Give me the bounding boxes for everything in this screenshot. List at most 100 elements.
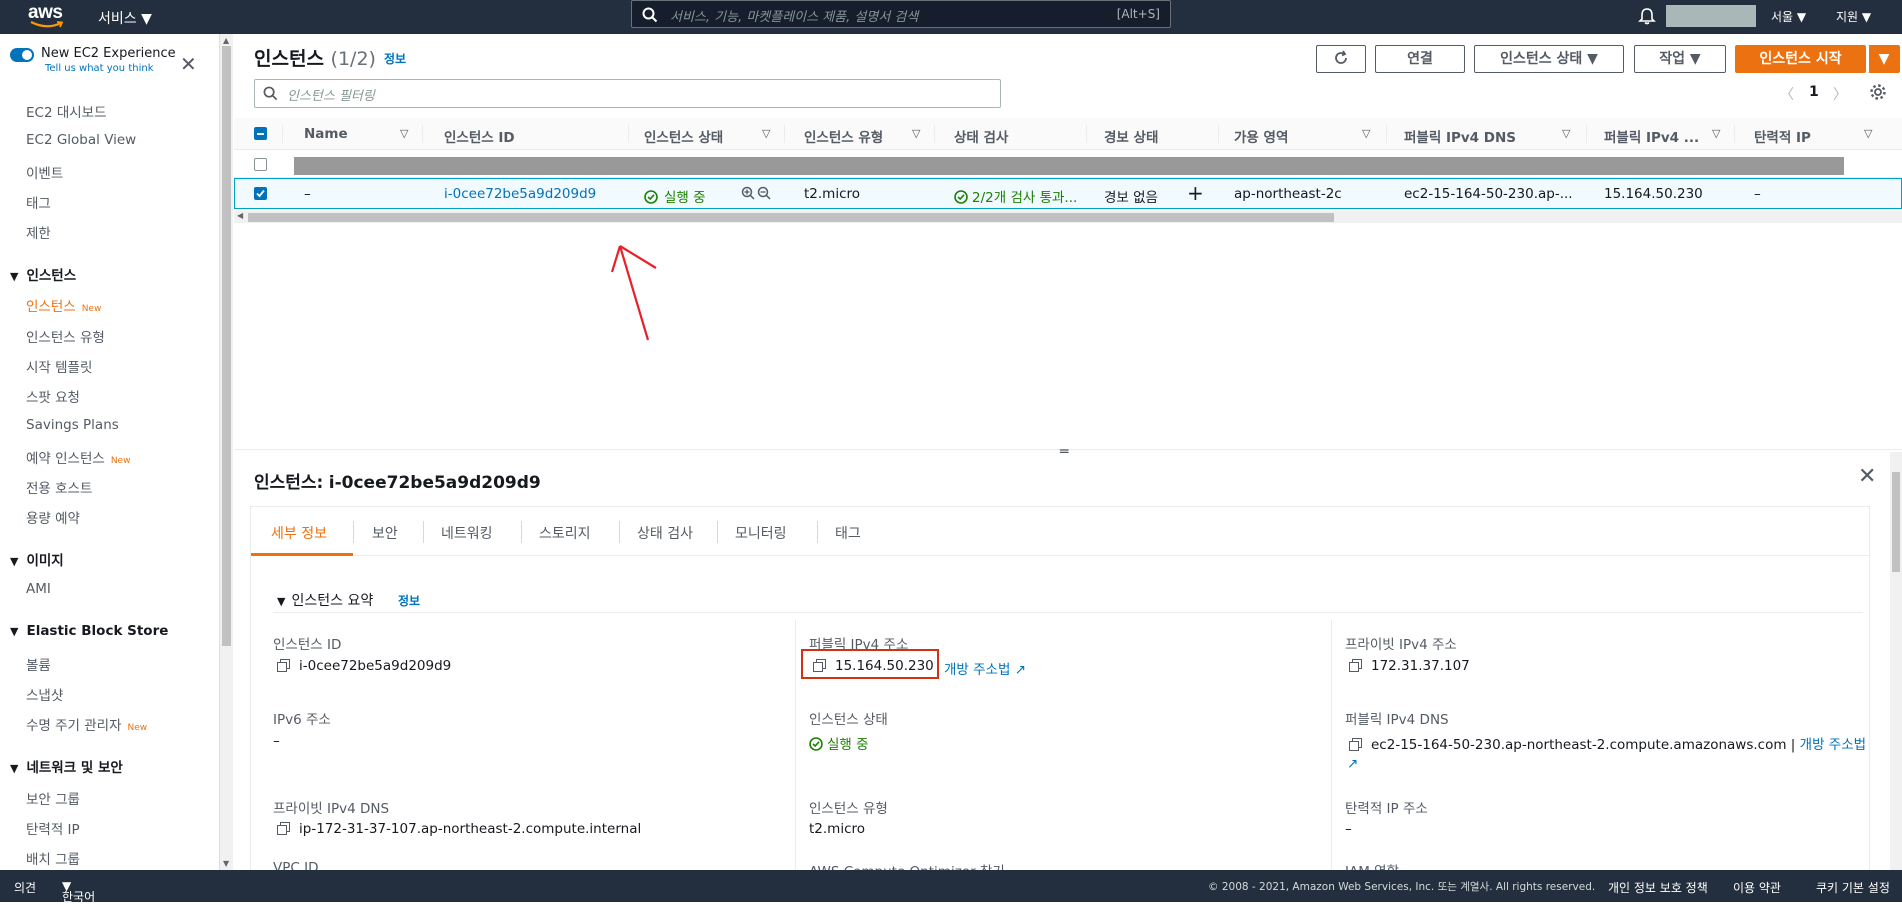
column-name[interactable]: Name (304, 126, 348, 142)
open-address-link[interactable]: 개방 주소법 ↗ (944, 658, 1026, 678)
sidebar-item-volumes[interactable]: 볼륨 (26, 654, 51, 674)
sidebar-item-spot-requests[interactable]: 스팟 요청 (26, 386, 80, 406)
aws-logo[interactable]: aws (28, 2, 68, 30)
sidebar-item-tags[interactable]: 태그 (26, 192, 51, 212)
copy-icon[interactable] (1349, 659, 1362, 672)
column-elastic-ip[interactable]: 탄력적 IP (1754, 126, 1811, 146)
column-instance-id[interactable]: 인스턴스 ID (444, 126, 515, 146)
copy-icon[interactable] (277, 822, 290, 835)
refresh-button[interactable] (1316, 45, 1366, 73)
tab-storage[interactable]: 스토리지 (539, 523, 591, 543)
sidebar-item-limits[interactable]: 제한 (26, 222, 51, 242)
prev-page-icon[interactable]: 〈 (1780, 84, 1794, 104)
scroll-down-icon[interactable]: ▼ (223, 859, 229, 868)
select-all-checkbox[interactable] (254, 127, 267, 140)
column-public-ip[interactable]: 퍼블릭 IPv4 ... (1604, 126, 1699, 146)
instance-filter-input[interactable]: 인스턴스 필터링 (254, 79, 1001, 108)
row-checkbox[interactable] (254, 187, 267, 200)
feedback-link[interactable]: 의견 (14, 879, 36, 896)
sidebar-item-events[interactable]: 이벤트 (26, 162, 63, 182)
sidebar-item-lifecycle-manager[interactable]: 수명 주기 관리자 New (26, 714, 147, 734)
copy-icon[interactable] (1349, 738, 1362, 751)
sort-icon[interactable]: ▽ (1864, 127, 1872, 140)
gear-icon[interactable] (1869, 83, 1887, 101)
sidebar-item-savings-plans[interactable]: Savings Plans (26, 417, 119, 433)
info-link[interactable]: 정보 (398, 592, 420, 609)
sidebar-item-snapshots[interactable]: 스냅샷 (26, 684, 63, 704)
scroll-left-icon[interactable]: ◀ (237, 211, 243, 220)
column-instance-state[interactable]: 인스턴스 상태 (644, 126, 723, 146)
region-selector[interactable]: 서울 ▼ (1771, 8, 1806, 25)
sort-icon[interactable]: ▽ (762, 127, 770, 140)
copy-icon[interactable] (813, 659, 826, 672)
tab-monitoring[interactable]: 모니터링 (735, 523, 787, 543)
next-page-icon[interactable]: 〉 (1833, 84, 1847, 104)
column-instance-type[interactable]: 인스턴스 유형 (804, 126, 883, 146)
privacy-link[interactable]: 개인 정보 보호 정책 (1608, 879, 1708, 896)
sidebar-scrollbar[interactable]: ▲ ▼ (219, 34, 233, 870)
account-menu[interactable] (1666, 5, 1756, 27)
scroll-up-icon[interactable]: ▲ (223, 36, 229, 45)
sort-icon[interactable]: ▽ (1562, 127, 1570, 140)
terms-link[interactable]: 이용 약관 (1733, 879, 1781, 896)
language-selector[interactable]: 한국어 ▼ (62, 879, 95, 904)
copy-icon[interactable] (277, 659, 290, 672)
info-link[interactable]: 정보 (384, 50, 406, 67)
add-alarm-icon[interactable]: + (1187, 181, 1204, 205)
sort-icon[interactable]: ▽ (400, 127, 408, 140)
column-status-check[interactable]: 상태 검사 (954, 126, 1008, 146)
launch-instances-button[interactable]: 인스턴스 시작 (1735, 45, 1866, 73)
cookie-preferences-link[interactable]: 쿠키 기본 설정 (1816, 879, 1890, 896)
sidebar-section-instances[interactable]: ▼ 인스턴스 (10, 264, 76, 284)
actions-button[interactable]: 작업 ▼ (1634, 45, 1726, 73)
external-link-icon[interactable]: ↗ (1347, 756, 1358, 772)
table-horizontal-scrollbar[interactable]: ◀ (234, 211, 1902, 223)
resize-handle-icon[interactable]: ═ (1060, 444, 1068, 460)
bell-icon[interactable] (1638, 7, 1656, 25)
sidebar-item-dashboard[interactable]: EC2 대시보드 (26, 101, 107, 121)
tab-status-checks[interactable]: 상태 검사 (637, 523, 693, 543)
tab-details[interactable]: 세부 정보 (271, 523, 327, 543)
sidebar-item-capacity-reservations[interactable]: 용량 예약 (26, 507, 80, 527)
sort-icon[interactable]: ▽ (1712, 127, 1720, 140)
sidebar-item-dedicated-hosts[interactable]: 전용 호스트 (26, 477, 92, 497)
sidebar-item-reserved-instances[interactable]: 예약 인스턴스 New (26, 447, 130, 467)
sidebar-item-instances[interactable]: 인스턴스 New (26, 295, 101, 315)
sidebar-item-security-groups[interactable]: 보안 그룹 (26, 788, 80, 808)
close-icon[interactable]: ✕ (1858, 464, 1876, 489)
summary-section-header[interactable]: ▼ 인스턴스 요약 (277, 590, 373, 610)
row-checkbox[interactable] (254, 158, 267, 171)
launch-dropdown-button[interactable]: ▼ (1868, 45, 1900, 73)
sidebar-item-instance-types[interactable]: 인스턴스 유형 (26, 326, 105, 346)
sidebar-section-ebs[interactable]: ▼ Elastic Block Store (10, 623, 168, 639)
toggle-switch[interactable] (10, 48, 34, 62)
sidebar-item-global-view[interactable]: EC2 Global View (26, 132, 136, 148)
open-address-link[interactable]: 개방 주소법 (1800, 737, 1866, 753)
sort-icon[interactable]: ▽ (1362, 127, 1370, 140)
page-number[interactable]: 1 (1809, 84, 1819, 100)
column-availability-zone[interactable]: 가용 영역 (1234, 126, 1288, 146)
tab-security[interactable]: 보안 (372, 523, 398, 543)
table-row[interactable] (234, 150, 1902, 178)
scrollbar-thumb[interactable] (248, 213, 1334, 222)
sidebar-section-network-security[interactable]: ▼ 네트워크 및 보안 (10, 756, 123, 776)
scrollbar-thumb[interactable] (1892, 472, 1900, 572)
feedback-link[interactable]: Tell us what you think (45, 63, 154, 74)
connect-button[interactable]: 연결 (1375, 45, 1465, 73)
sidebar-item-placement-groups[interactable]: 배치 그룹 (26, 848, 80, 868)
cell-status-check[interactable]: 2/2개 검사 통과... (954, 186, 1077, 206)
sidebar-item-ami[interactable]: AMI (26, 581, 51, 597)
sidebar-item-launch-templates[interactable]: 시작 템플릿 (26, 356, 92, 376)
scrollbar-thumb[interactable] (222, 46, 231, 646)
table-row-selected[interactable]: – i-0cee72be5a9d209d9 실행 중 t2.micro 2/2개… (234, 178, 1902, 209)
column-alarm-status[interactable]: 경보 상태 (1104, 126, 1158, 146)
global-search-input[interactable]: 서비스, 기능, 마켓플레이스 제품, 설명서 검색 [Alt+S] (631, 0, 1171, 28)
sidebar-section-images[interactable]: ▼ 이미지 (10, 549, 64, 569)
sidebar-item-elastic-ip[interactable]: 탄력적 IP (26, 818, 80, 838)
support-menu[interactable]: 지원 ▼ (1836, 8, 1871, 25)
services-menu[interactable]: 서비스 ▼ (98, 8, 152, 28)
instance-state-button[interactable]: 인스턴스 상태 ▼ (1474, 45, 1624, 73)
close-icon[interactable]: ✕ (180, 52, 197, 76)
tab-networking[interactable]: 네트워킹 (441, 523, 493, 543)
tab-tags[interactable]: 태그 (835, 523, 861, 543)
